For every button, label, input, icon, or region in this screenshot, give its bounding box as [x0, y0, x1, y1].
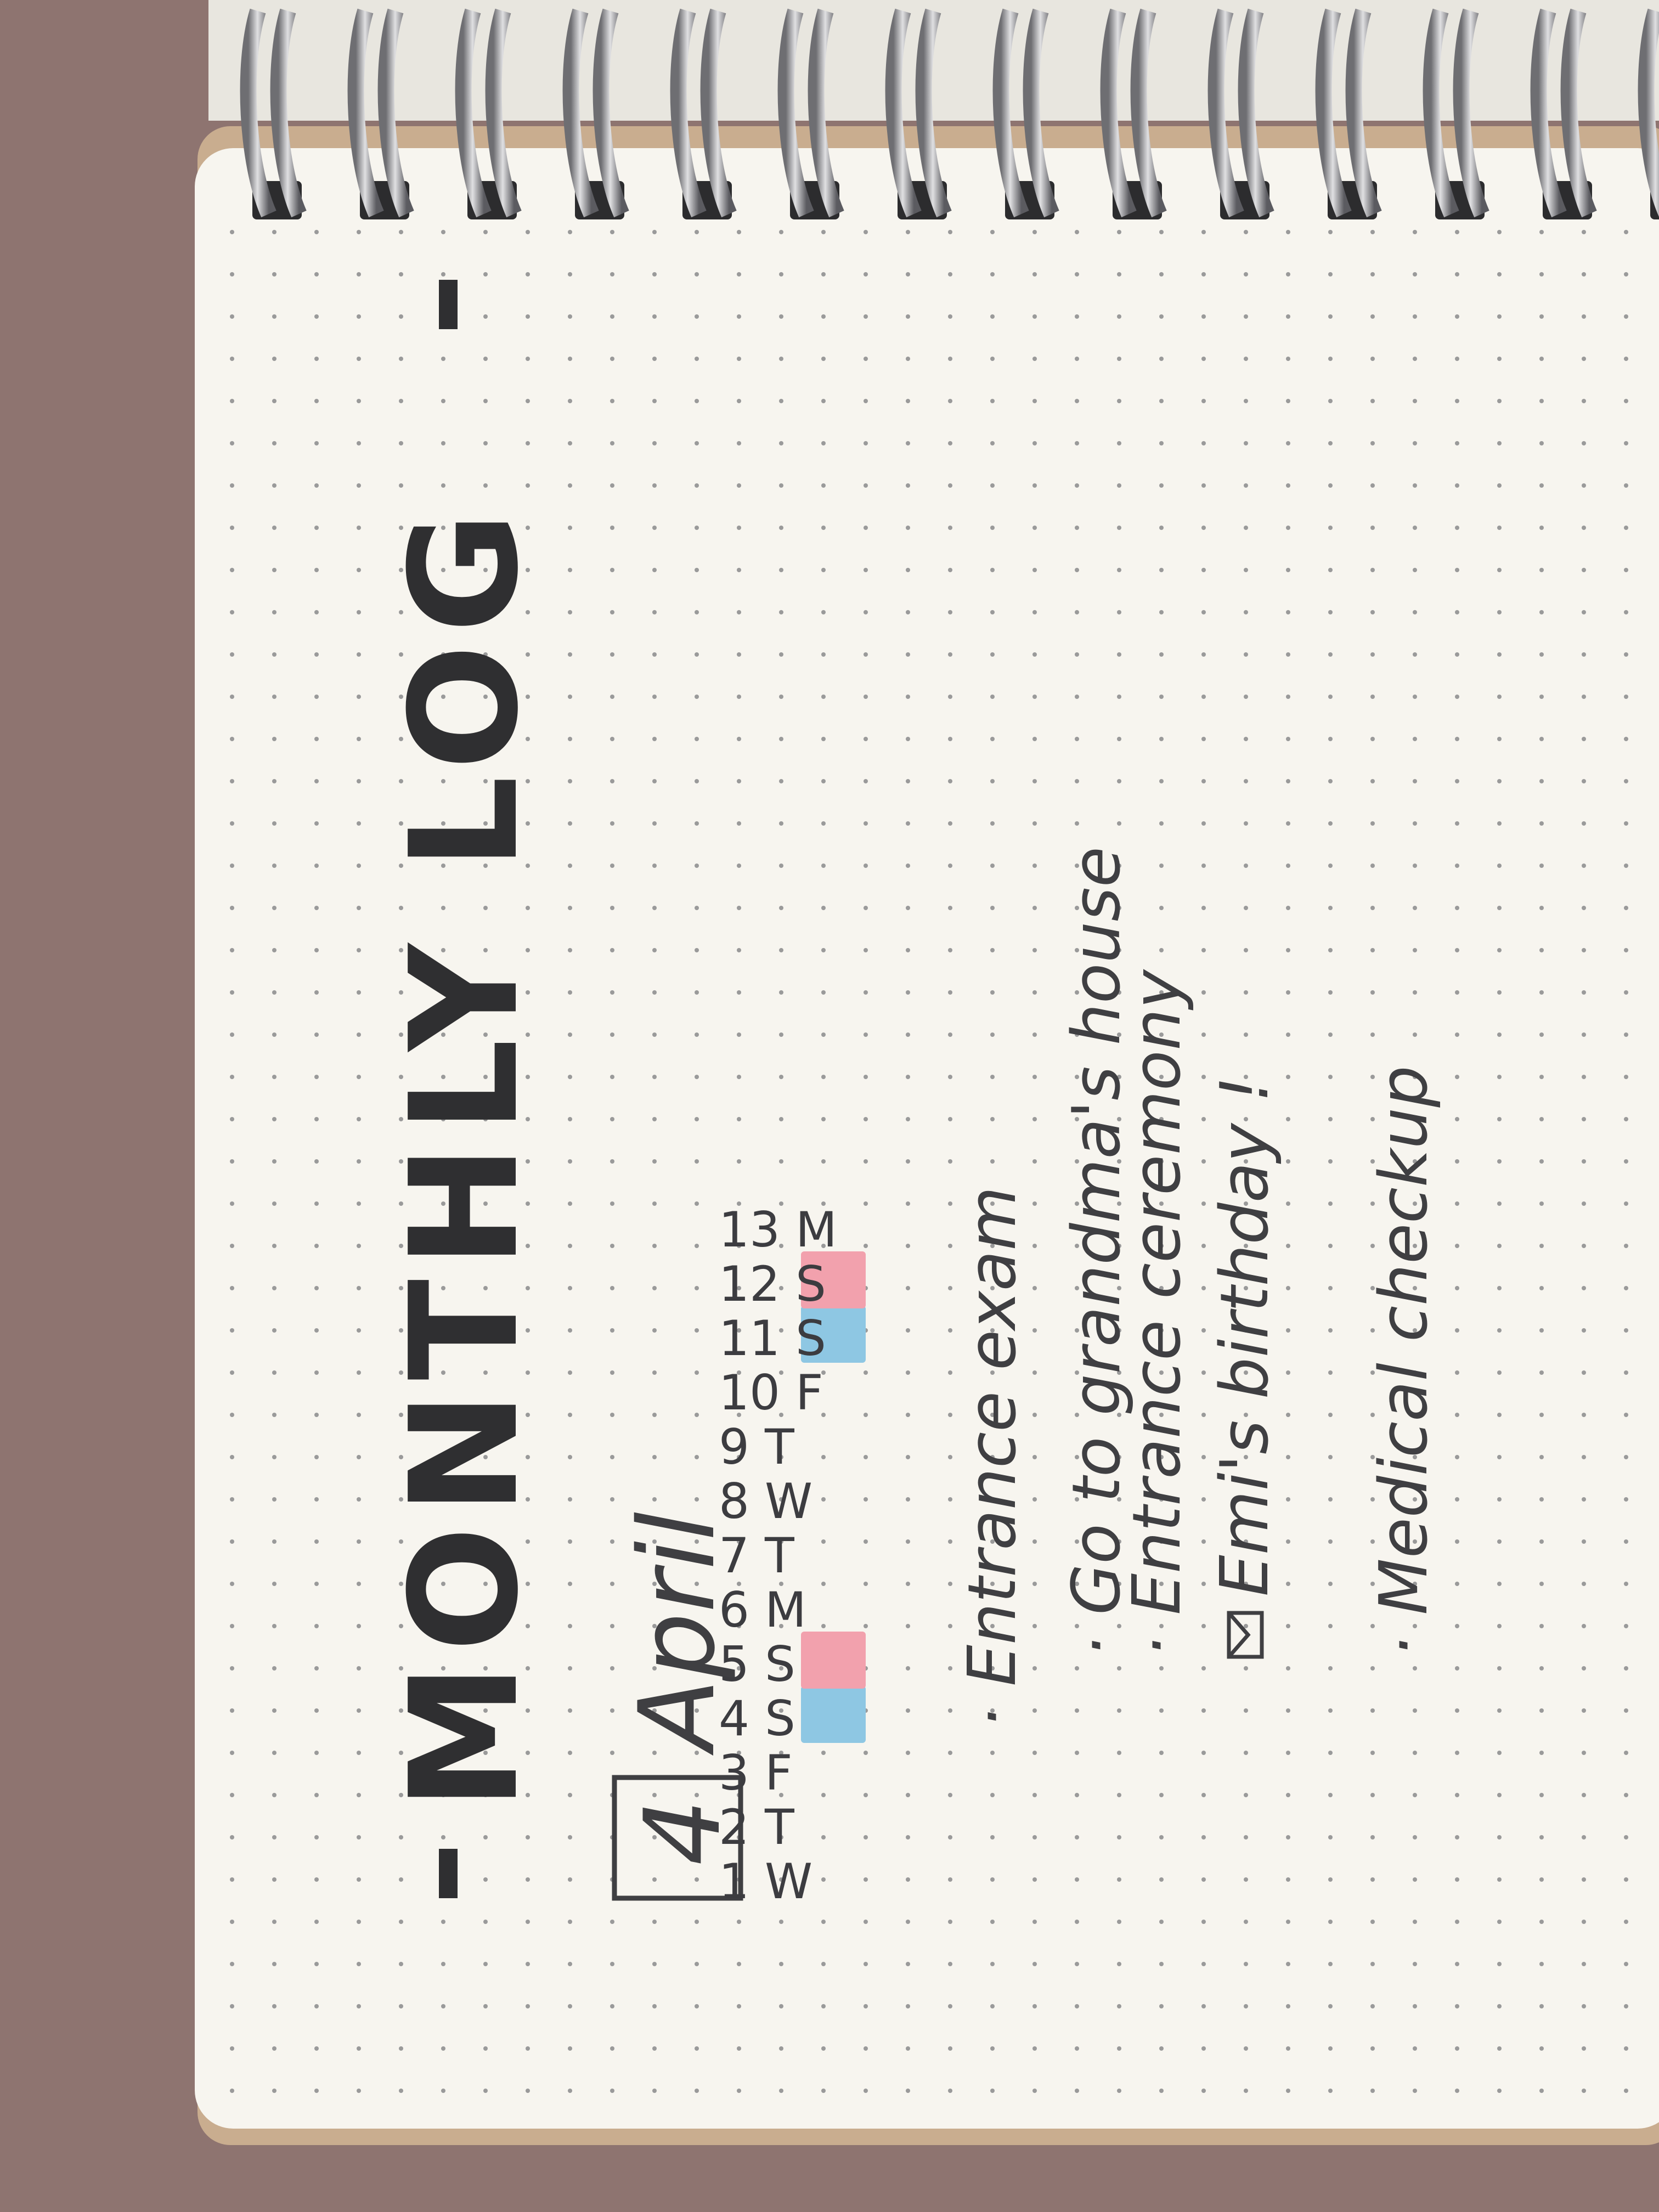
day-entry: 13 M: [719, 1201, 837, 1258]
weekend-highlight: [801, 1686, 866, 1743]
page-title: MONTHLY LOG: [378, 280, 551, 1898]
day-label: 8 W: [719, 1473, 812, 1530]
day-entry: 11 S: [719, 1306, 866, 1367]
day-label: 5 S: [719, 1636, 795, 1692]
day-label: 10 F: [719, 1364, 823, 1421]
day-entry: 12 S: [719, 1251, 866, 1312]
day-entry: 1 W: [719, 1853, 812, 1910]
photo-scene: MONTHLY LOG 4 April · Entrance exam · Go …: [195, 0, 1659, 2145]
event-item: Emi's birthday !: [1207, 1076, 1283, 1659]
title-dash-left: [439, 1849, 458, 1898]
day-label: 1 W: [719, 1853, 812, 1910]
day-label: 6 M: [719, 1582, 806, 1638]
day-entry: 8 W: [719, 1473, 812, 1530]
title-dash-right: [439, 280, 458, 329]
event-text: · Medical checkup: [1366, 1065, 1442, 1657]
weekend-highlight: [801, 1632, 866, 1689]
day-entry: 9 T: [719, 1419, 795, 1475]
day-entry: 3 F: [719, 1745, 793, 1801]
event-item: · Entrance ceremony: [1119, 969, 1195, 1657]
day-entry: 5 S: [719, 1632, 866, 1692]
day-entry: 4 S: [719, 1686, 866, 1747]
day-entry: 2 T: [719, 1799, 795, 1855]
day-label: 7 T: [719, 1527, 795, 1584]
day-entry: 6 M: [719, 1582, 806, 1638]
day-entry: 10 F: [719, 1364, 823, 1421]
event-item: · Entrance exam: [955, 1187, 1031, 1728]
event-text: · Entrance ceremony: [1119, 969, 1195, 1657]
day-label: 13 M: [719, 1201, 837, 1258]
title-text: MONTHLY LOG: [378, 501, 551, 1810]
day-label: 9 T: [719, 1419, 795, 1475]
event-text: Emi's birthday !: [1207, 1076, 1283, 1596]
day-label: 11 S: [719, 1310, 826, 1367]
day-label: 12 S: [719, 1256, 826, 1312]
event-item: · Medical checkup: [1366, 1065, 1442, 1657]
event-text: · Entrance exam: [955, 1187, 1031, 1728]
day-entry: 7 T: [719, 1527, 795, 1584]
day-label: 3 F: [719, 1745, 793, 1801]
day-label: 2 T: [719, 1799, 795, 1855]
day-label: 4 S: [719, 1690, 795, 1747]
